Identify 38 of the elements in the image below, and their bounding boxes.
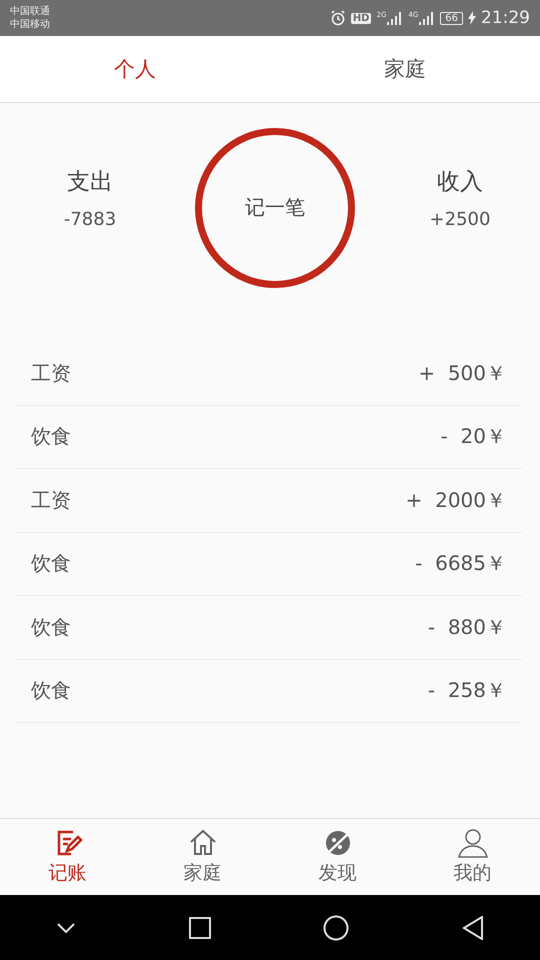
nav-item[interactable]: 家庭 xyxy=(135,819,270,895)
record-category: 工资 xyxy=(31,360,71,387)
square-icon[interactable] xyxy=(188,916,211,938)
record-category: 饮食 xyxy=(31,677,71,704)
record-category: 饮食 xyxy=(31,614,71,641)
back-icon[interactable] xyxy=(462,916,484,940)
record-amount: + 500￥ xyxy=(418,360,506,387)
income-total: +2500 xyxy=(430,208,490,230)
signal-icon xyxy=(419,11,436,25)
tab[interactable]: 家庭 xyxy=(270,36,540,102)
hd-badge: HD xyxy=(350,12,372,24)
alarm-icon xyxy=(330,10,346,26)
expense-label: 支出 xyxy=(67,168,113,196)
record-amount: - 258￥ xyxy=(428,677,506,704)
expense-total: -7883 xyxy=(64,208,116,230)
home-icon xyxy=(188,828,218,858)
record-amount: - 880￥ xyxy=(428,614,506,641)
record-button[interactable]: 记一笔 xyxy=(195,128,355,288)
tab[interactable]: 个人 xyxy=(0,36,270,102)
nav-item[interactable]: 我的 xyxy=(405,819,540,895)
carrier-name: 中国移动 xyxy=(10,18,50,31)
nav-item[interactable]: 记账 xyxy=(0,819,135,895)
person-icon xyxy=(456,828,488,858)
record-amount: - 6685￥ xyxy=(415,550,506,578)
income-label: 收入 xyxy=(437,168,483,196)
charging-icon xyxy=(468,11,476,25)
circle-icon[interactable] xyxy=(323,914,350,940)
nav-item[interactable]: 发现 xyxy=(270,819,405,895)
record-amount: - 20￥ xyxy=(440,423,506,450)
record-category: 饮食 xyxy=(31,423,71,450)
signal-icon xyxy=(387,11,404,25)
record-amount: + 2000￥ xyxy=(406,486,506,514)
record-category: 工资 xyxy=(31,486,71,514)
record-category: 饮食 xyxy=(31,550,71,578)
battery-level: 66 xyxy=(440,12,463,24)
clock-time: 21:29 xyxy=(481,8,530,28)
chevron-down-icon[interactable] xyxy=(56,922,76,934)
carrier-name: 中国联通 xyxy=(10,5,50,18)
